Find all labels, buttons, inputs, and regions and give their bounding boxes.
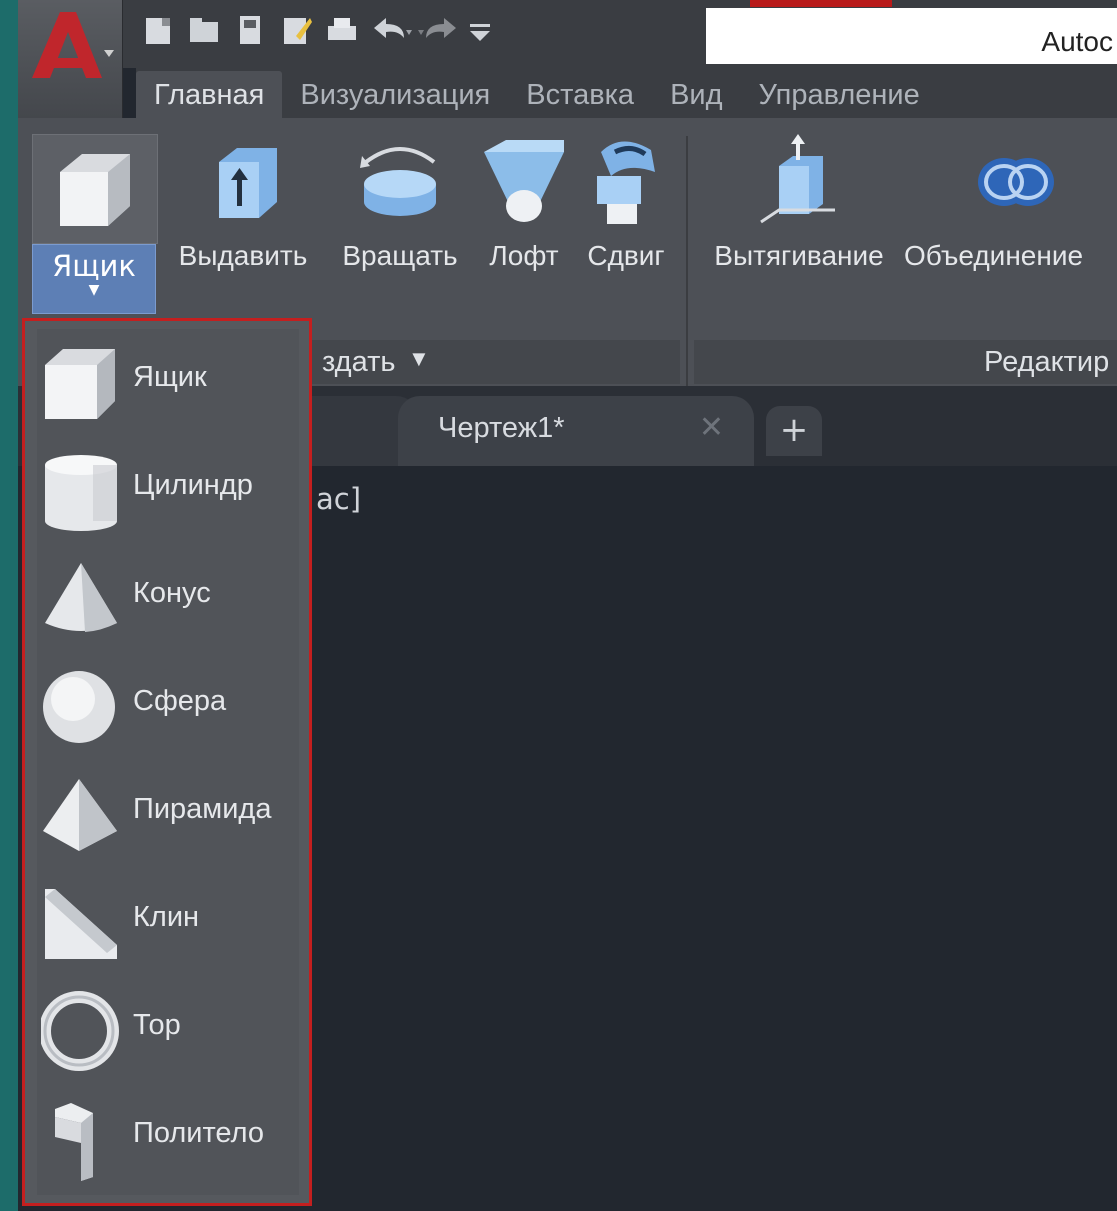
dropdown-item-torus[interactable]: Тор	[37, 977, 307, 1085]
dropdown-item-cylinder[interactable]: Цилиндр	[37, 437, 307, 545]
loft-icon	[484, 140, 564, 222]
torus-icon	[41, 991, 119, 1071]
tab-view[interactable]: Вид	[652, 79, 740, 120]
add-tab-button[interactable]: +	[766, 406, 822, 456]
presspull-icon	[760, 134, 835, 224]
presspull-label: Вытягивание	[714, 240, 884, 271]
save-icon[interactable]	[232, 12, 268, 48]
cylinder-icon	[45, 455, 117, 531]
tab-insert[interactable]: Вставка	[508, 79, 652, 120]
box-split-label: Ящик	[52, 249, 136, 283]
dropdown-item-label: Политело	[133, 1117, 264, 1149]
pyramid-icon	[43, 779, 117, 851]
revolve-icon	[360, 147, 436, 216]
quick-access-toolbar	[140, 12, 498, 48]
dropdown-item-wedge[interactable]: Клин	[37, 869, 307, 977]
create-panel-label: здать	[322, 346, 396, 378]
document-tab[interactable]: Чертеж1* ✕	[398, 396, 754, 466]
box-icon	[60, 154, 130, 226]
polysolid-icon	[55, 1103, 93, 1181]
ribbon-separator	[686, 136, 688, 386]
open-icon[interactable]	[186, 12, 222, 48]
undo-icon[interactable]	[370, 12, 412, 48]
dropdown-item-polysolid[interactable]: Политело	[37, 1085, 307, 1193]
dropdown-item-label: Конус	[133, 577, 211, 609]
sweep-button[interactable]: Сдвиг	[576, 132, 676, 272]
dropdown-item-box[interactable]: Ящик	[37, 329, 307, 437]
sweep-label: Сдвиг	[587, 240, 665, 271]
dropdown-item-label: Тор	[133, 1009, 181, 1041]
box-icon	[45, 349, 115, 419]
viewport-control-label[interactable]: ac]	[316, 482, 361, 516]
sweep-icon	[597, 141, 655, 224]
dropdown-item-pyramid[interactable]: Пирамида	[37, 761, 307, 869]
tab-visualize[interactable]: Визуализация	[282, 79, 508, 120]
autocad-window: Autoc Главная Визуализация Вставка Вид У…	[18, 0, 1117, 1211]
dropdown-item-label: Клин	[133, 901, 200, 933]
close-icon[interactable]: ✕	[699, 410, 724, 445]
chevron-down-icon: ▼	[88, 282, 100, 298]
loft-label: Лофт	[489, 240, 559, 271]
application-menu-button[interactable]	[18, 0, 123, 118]
title-field: Autoc	[706, 8, 1117, 64]
dropdown-item-label: Сфера	[133, 685, 227, 717]
print-icon[interactable]	[324, 12, 360, 48]
extrude-icon	[219, 148, 277, 218]
loft-button[interactable]: Лофт	[474, 132, 574, 272]
dropdown-item-sphere[interactable]: Сфера	[37, 653, 307, 761]
revolve-label: Вращать	[342, 240, 458, 271]
dropdown-item-label: Ящик	[133, 361, 207, 393]
dropdown-list: Ящик Цилиндр Конус Сфера Пирамида Клин Т…	[37, 329, 299, 1195]
revolve-button[interactable]: Вращать	[330, 132, 470, 272]
document-tab-label: Чертеж1*	[438, 412, 565, 444]
box-split-top[interactable]	[32, 134, 158, 244]
window-title: Autoc	[1041, 26, 1113, 57]
ribbon-tabs: Главная Визуализация Вставка Вид Управле…	[136, 68, 1117, 120]
union-button[interactable]: Объединение	[904, 132, 1117, 272]
title-accent	[750, 0, 892, 7]
solid-primitives-dropdown: Ящик Цилиндр Конус Сфера Пирамида Клин Т…	[22, 318, 312, 1206]
union-label: Объединение	[904, 240, 1084, 271]
new-icon[interactable]	[140, 12, 176, 48]
autocad-logo-icon	[32, 12, 114, 78]
tab-home[interactable]: Главная	[136, 71, 283, 120]
wedge-icon	[45, 889, 117, 959]
extrude-button[interactable]: Выдавить	[168, 132, 318, 272]
plus-icon: +	[779, 410, 809, 450]
cone-icon	[45, 563, 117, 632]
edit-panel-label: Редактир	[984, 346, 1110, 378]
tab-manage[interactable]: Управление	[741, 79, 938, 120]
customize-icon[interactable]	[462, 12, 498, 48]
save-as-icon[interactable]	[278, 12, 314, 48]
sphere-icon	[43, 671, 115, 743]
extrude-label: Выдавить	[178, 240, 308, 271]
redo-icon[interactable]	[416, 12, 456, 48]
dropdown-item-cone[interactable]: Конус	[37, 545, 307, 653]
box-split-button[interactable]: Ящик ▼	[32, 134, 158, 314]
dropdown-item-label: Пирамида	[133, 793, 272, 825]
chevron-down-icon: ▼	[408, 346, 430, 371]
dropdown-item-label: Цилиндр	[133, 469, 253, 501]
presspull-button[interactable]: Вытягивание	[694, 132, 904, 272]
title-bar: Autoc	[18, 0, 1117, 118]
box-split-bottom[interactable]: Ящик ▼	[32, 244, 156, 314]
edit-panel-bar[interactable]: Редактир	[694, 340, 1117, 384]
union-icon	[978, 158, 1054, 206]
